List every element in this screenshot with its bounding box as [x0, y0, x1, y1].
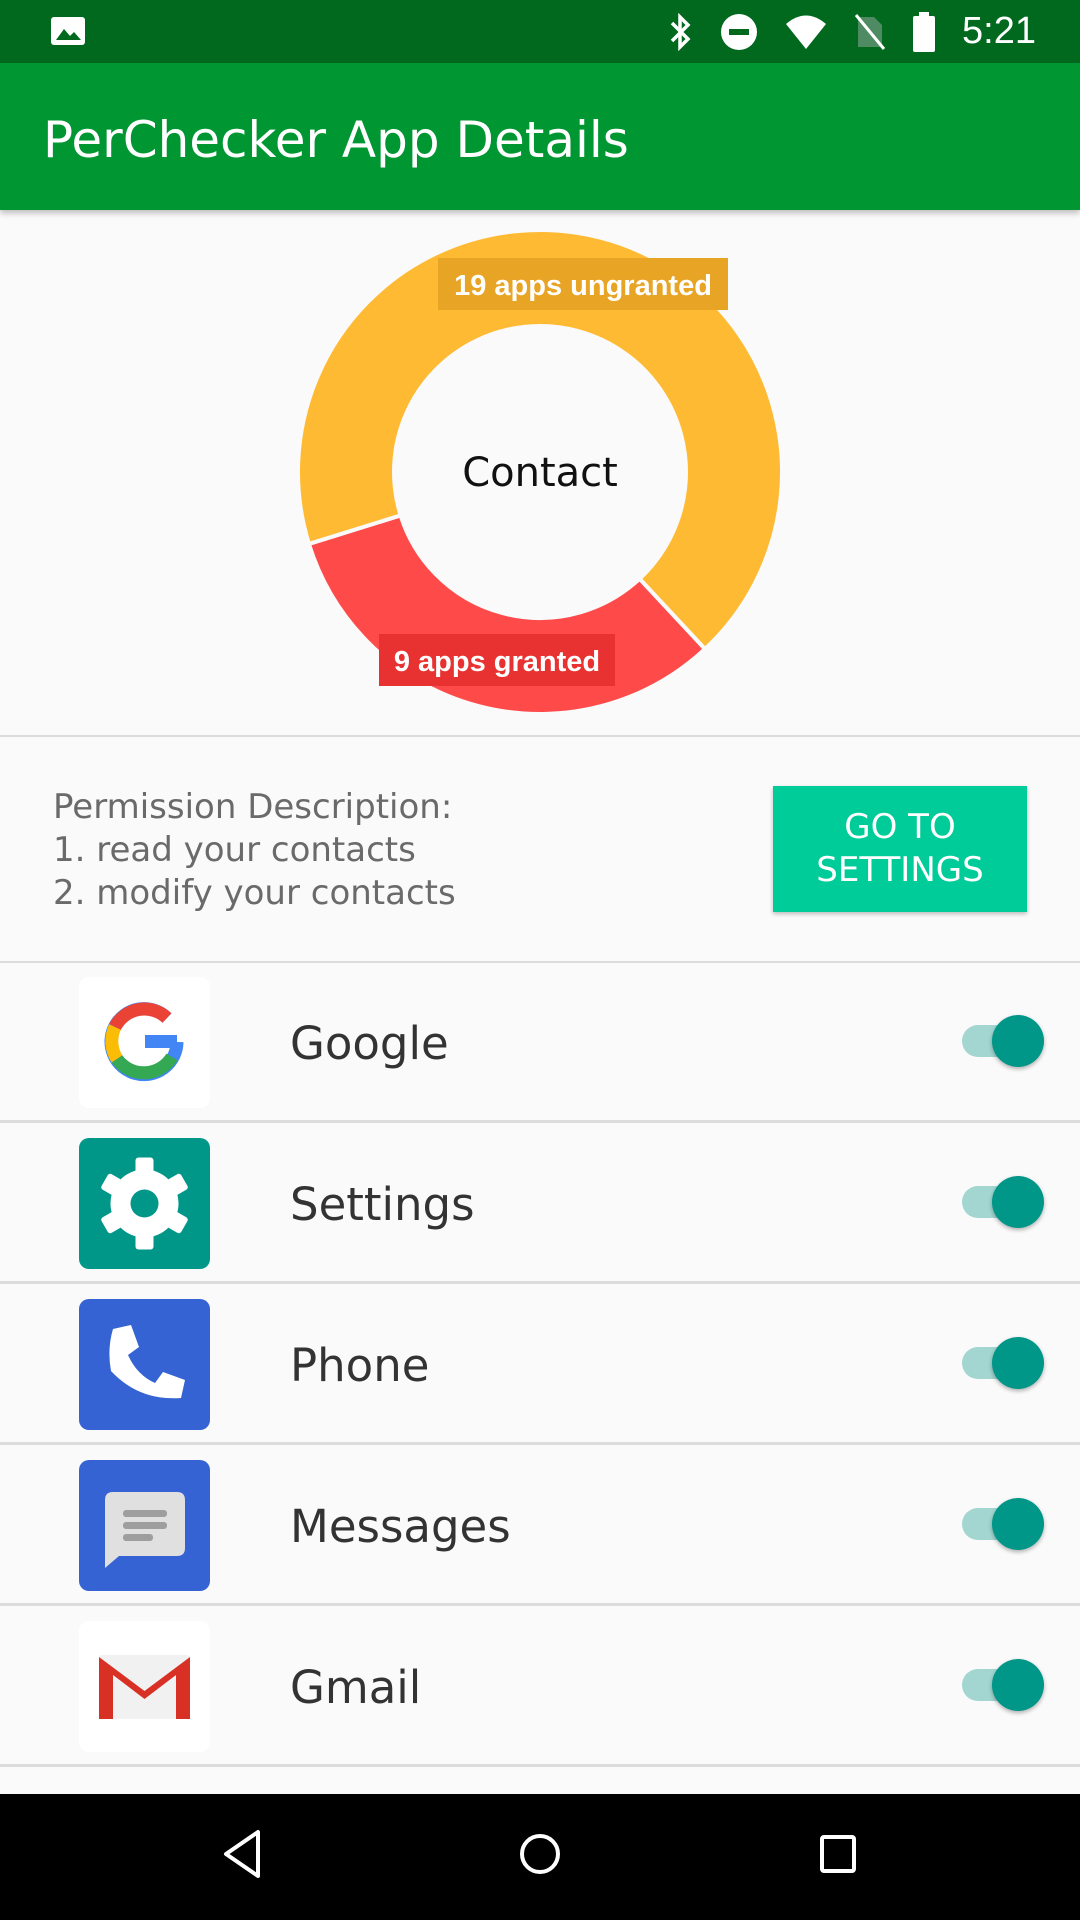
permission-toggle[interactable]: [962, 1498, 1044, 1550]
app-name: Phone: [290, 1339, 430, 1392]
image-icon: [51, 17, 85, 45]
settings-gear-icon: [79, 1138, 210, 1269]
svg-text:9 apps granted: 9 apps granted: [394, 646, 600, 678]
go-to-settings-label: GO TO SETTINGS: [816, 806, 983, 892]
wifi-icon: [786, 15, 827, 49]
list-item-gmail[interactable]: Gmail: [0, 1606, 1080, 1767]
chart-center-label: Contact: [462, 450, 618, 496]
label-ungranted: 19 apps ungranted: [438, 258, 728, 310]
back-icon[interactable]: [220, 1824, 262, 1884]
donut-chart: Contact 19 apps ungranted 9 apps granted: [296, 228, 784, 716]
phone-icon: [79, 1299, 210, 1430]
app-name: Google: [290, 1017, 449, 1070]
app-name: Gmail: [290, 1661, 422, 1714]
home-icon[interactable]: [518, 1824, 562, 1884]
status-time: 5:21: [962, 10, 1036, 52]
app-name: Messages: [290, 1500, 511, 1553]
label-granted: 9 apps granted: [379, 634, 615, 686]
page-title: PerChecker App Details: [43, 111, 629, 169]
google-icon: [79, 977, 210, 1108]
gmail-icon: [79, 1621, 210, 1752]
permission-line-2: 2. modify your contacts: [53, 873, 456, 913]
list-item-messages[interactable]: Messages: [0, 1445, 1080, 1606]
app-name: Settings: [290, 1178, 475, 1231]
recents-icon[interactable]: [818, 1824, 858, 1884]
list-item-google[interactable]: Google: [0, 962, 1080, 1123]
svg-text:19 apps ungranted: 19 apps ungranted: [454, 270, 712, 302]
bluetooth-icon: [670, 12, 691, 51]
divider: [0, 735, 1080, 737]
no-sim-icon: [854, 13, 886, 50]
status-bar: 5:21: [0, 0, 1080, 63]
app-list: Google Settings Phone Messages Gmail: [0, 962, 1080, 1767]
messages-icon: [79, 1460, 210, 1591]
go-to-settings-button[interactable]: GO TO SETTINGS: [773, 786, 1027, 912]
permission-heading: Permission Description:: [53, 787, 453, 827]
permission-chart: Contact 19 apps ungranted 9 apps granted: [0, 210, 1080, 736]
permission-toggle[interactable]: [962, 1337, 1044, 1389]
permission-line-1: 1. read your contacts: [53, 830, 416, 870]
dnd-icon: [721, 13, 758, 50]
permission-toggle[interactable]: [962, 1176, 1044, 1228]
permission-description: Permission Description: 1. read your con…: [53, 786, 456, 915]
app-bar: PerChecker App Details: [0, 63, 1080, 210]
go-to-settings-line-1: GO TO: [844, 807, 956, 847]
permission-toggle[interactable]: [962, 1659, 1044, 1711]
permission-toggle[interactable]: [962, 1015, 1044, 1067]
list-item-settings[interactable]: Settings: [0, 1123, 1080, 1284]
list-item-phone[interactable]: Phone: [0, 1284, 1080, 1445]
navigation-bar: [0, 1794, 1080, 1920]
battery-icon: [913, 11, 936, 52]
go-to-settings-line-2: SETTINGS: [816, 850, 984, 890]
